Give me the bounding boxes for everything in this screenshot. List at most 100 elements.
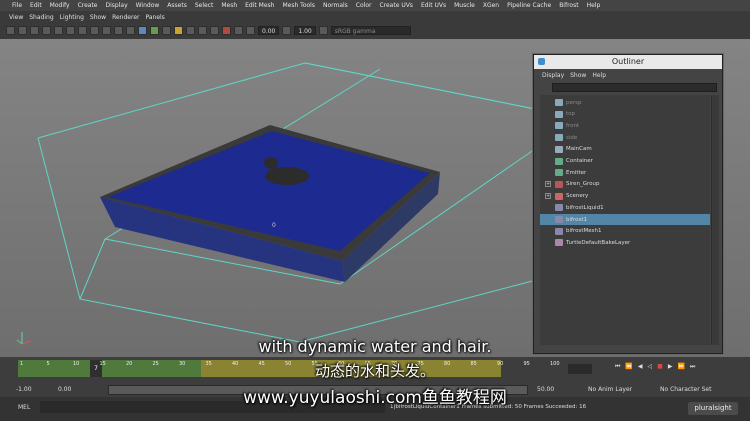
menu-window[interactable]: Window xyxy=(132,2,164,9)
isolate-select-icon[interactable] xyxy=(210,26,219,35)
menu-select[interactable]: Select xyxy=(191,2,218,9)
outliner-item-label: Emitter xyxy=(566,169,587,176)
expand-toggle xyxy=(545,135,551,141)
menu-display[interactable]: Display xyxy=(102,2,132,9)
menu-xgen[interactable]: XGen xyxy=(479,2,503,9)
panel-menu-view[interactable]: View xyxy=(6,14,26,23)
outliner-tree[interactable]: persp top front side MainCam Container Emitter… xyxy=(540,95,710,345)
outliner-item-label: Scenery xyxy=(566,193,589,200)
menu-file[interactable]: File xyxy=(8,2,26,9)
menu-assets[interactable]: Assets xyxy=(163,2,191,9)
panel-menu-lighting[interactable]: Lighting xyxy=(57,14,87,23)
outliner-item[interactable]: Emitter xyxy=(540,167,710,178)
outliner-item[interactable]: Container xyxy=(540,156,710,167)
menu-help[interactable]: Help xyxy=(583,2,605,9)
xray-icon[interactable] xyxy=(222,26,231,35)
menu-bifrost[interactable]: Bifrost xyxy=(555,2,582,9)
outliner-item[interactable]: top xyxy=(540,109,710,120)
pluralsight-watermark: pluralsight xyxy=(688,402,738,415)
outliner-item-label: bifrostMesh1 xyxy=(566,228,602,235)
outliner-item-label: Container xyxy=(566,158,593,164)
outliner-item[interactable]: bifrost1 xyxy=(540,214,710,225)
menu-modify[interactable]: Modify xyxy=(46,2,74,9)
select-camera-icon[interactable] xyxy=(6,26,15,35)
menu-edit-uvs[interactable]: Edit UVs xyxy=(417,2,450,9)
gamma-value[interactable]: 1.00 xyxy=(294,26,316,35)
outliner-item[interactable]: bifrostLiquid1 xyxy=(540,202,710,213)
shadows-icon[interactable] xyxy=(174,26,183,35)
motion-blur-icon[interactable] xyxy=(198,26,207,35)
outliner-menu-show[interactable]: Show xyxy=(570,72,590,82)
xray-joints-icon[interactable] xyxy=(234,26,243,35)
node-icon xyxy=(555,180,563,188)
panel-menu-show[interactable]: Show xyxy=(87,14,109,23)
outliner-item[interactable]: persp xyxy=(540,97,710,108)
main-menu-bar: File Edit Modify Create Display Window Assets S… xyxy=(0,0,750,11)
outliner-search-input[interactable] xyxy=(552,83,717,92)
node-icon xyxy=(555,239,563,247)
field-chart-icon[interactable] xyxy=(102,26,111,35)
camera-attributes-icon[interactable] xyxy=(18,26,27,35)
film-gate-icon[interactable] xyxy=(66,26,75,35)
image-plane-icon[interactable] xyxy=(42,26,51,35)
menu-mesh-tools[interactable]: Mesh Tools xyxy=(278,2,318,9)
outliner-menu-help[interactable]: Help xyxy=(592,72,610,82)
smooth-shade-icon[interactable] xyxy=(138,26,147,35)
menu-muscle[interactable]: Muscle xyxy=(450,2,479,9)
outliner-menu-display[interactable]: Display xyxy=(542,72,568,82)
outliner-item[interactable]: + Siren_Group xyxy=(540,179,710,190)
color-space-select[interactable]: sRGB gamma xyxy=(330,26,411,35)
menu-normals[interactable]: Normals xyxy=(319,2,352,9)
outliner-item[interactable]: side xyxy=(540,132,710,143)
grid-icon[interactable] xyxy=(54,26,63,35)
resolution-gate-icon[interactable] xyxy=(78,26,87,35)
wireframe-icon[interactable] xyxy=(126,26,135,35)
exposure-value[interactable]: 0.00 xyxy=(258,26,280,35)
outliner-item-label: bifrost1 xyxy=(566,216,587,223)
outliner-window[interactable]: Outliner Display Show Help persp top front si… xyxy=(533,54,723,354)
outliner-item-label: front xyxy=(566,122,580,129)
color-management-icon[interactable] xyxy=(318,26,328,35)
expand-toggle xyxy=(545,158,551,164)
outliner-item[interactable]: front xyxy=(540,120,710,131)
expand-toggle xyxy=(545,111,551,117)
outliner-scrollbar[interactable] xyxy=(711,95,719,345)
menu-create[interactable]: Create xyxy=(74,2,102,9)
duck-head xyxy=(264,157,278,169)
expand-toggle xyxy=(545,228,551,234)
panel-menu-renderer[interactable]: Renderer xyxy=(109,14,142,23)
menu-mesh[interactable]: Mesh xyxy=(217,2,241,9)
outliner-title: Outliner xyxy=(534,55,722,69)
menu-pipeline-cache[interactable]: Pipeline Cache xyxy=(503,2,555,9)
use-all-lights-icon[interactable] xyxy=(162,26,171,35)
expand-toggle[interactable]: + xyxy=(545,181,551,188)
gamma-icon[interactable] xyxy=(282,26,292,35)
subtitle-url: www.yuyulaoshi.com鱼鱼教程网 xyxy=(243,388,507,408)
node-icon xyxy=(555,122,563,130)
panel-menu-panels[interactable]: Panels xyxy=(142,14,167,23)
gate-mask-icon[interactable] xyxy=(90,26,99,35)
outliner-item[interactable]: MainCam xyxy=(540,144,710,155)
origin-label: 0 xyxy=(272,222,276,229)
outliner-item-label: top xyxy=(566,111,576,118)
node-icon xyxy=(555,145,563,153)
node-icon xyxy=(555,110,563,118)
panel-menu-shading[interactable]: Shading xyxy=(26,14,56,23)
node-icon xyxy=(555,216,563,223)
safe-action-icon[interactable] xyxy=(114,26,123,35)
menu-edit[interactable]: Edit xyxy=(26,2,46,9)
ambient-occlusion-icon[interactable] xyxy=(186,26,195,35)
expand-toggle xyxy=(545,123,551,129)
node-icon xyxy=(555,192,563,200)
panel-menu-bar: View Shading Lighting Show Renderer Panels xyxy=(6,14,168,23)
outliner-item[interactable]: + Scenery xyxy=(540,191,710,202)
menu-create-uvs[interactable]: Create UVs xyxy=(375,2,416,9)
exposure-icon[interactable] xyxy=(246,26,255,35)
menu-color[interactable]: Color xyxy=(352,2,376,9)
bookmark-icon[interactable] xyxy=(30,26,39,35)
textured-icon[interactable] xyxy=(150,26,159,35)
outliner-item[interactable]: TurtleDefaultBakeLayer xyxy=(540,237,710,248)
outliner-item[interactable]: bifrostMesh1 xyxy=(540,226,710,237)
menu-edit-mesh[interactable]: Edit Mesh xyxy=(241,2,278,9)
expand-toggle[interactable]: + xyxy=(545,193,551,200)
